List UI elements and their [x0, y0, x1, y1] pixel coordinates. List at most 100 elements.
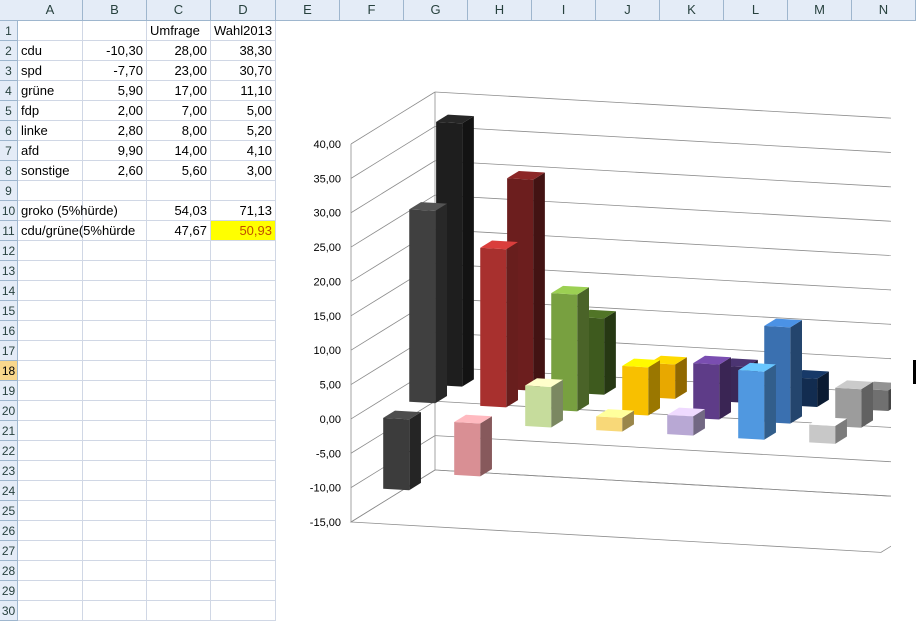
cell-c7[interactable]: 14,00 — [147, 141, 211, 161]
cell-a24[interactable] — [18, 481, 83, 501]
cell-d29[interactable] — [211, 581, 276, 601]
column-header-i[interactable]: I — [532, 0, 596, 20]
cell-d16[interactable] — [211, 321, 276, 341]
column-header-h[interactable]: H — [468, 0, 532, 20]
column-header-g[interactable]: G — [404, 0, 468, 20]
cell-b22[interactable] — [83, 441, 147, 461]
cell-a28[interactable] — [18, 561, 83, 581]
cell-b30[interactable] — [83, 601, 147, 621]
cell-a27[interactable] — [18, 541, 83, 561]
column-header-l[interactable]: L — [724, 0, 788, 20]
cell-d21[interactable] — [211, 421, 276, 441]
cell-d9[interactable] — [211, 181, 276, 201]
cell-b20[interactable] — [83, 401, 147, 421]
cell-a4[interactable]: grüne — [18, 81, 83, 101]
cell-a26[interactable] — [18, 521, 83, 541]
column-header-k[interactable]: K — [660, 0, 724, 20]
column-header-e[interactable]: E — [276, 0, 340, 20]
cell-d27[interactable] — [211, 541, 276, 561]
cell-b27[interactable] — [83, 541, 147, 561]
cell-b11[interactable] — [83, 221, 147, 241]
row-header-4[interactable]: 4 — [0, 81, 18, 101]
cell-c25[interactable] — [147, 501, 211, 521]
cell-c13[interactable] — [147, 261, 211, 281]
row-header-30[interactable]: 30 — [0, 601, 18, 621]
cell-a29[interactable] — [18, 581, 83, 601]
cell-c16[interactable] — [147, 321, 211, 341]
cell-a11[interactable]: cdu/grüne(5%hürde — [18, 221, 135, 241]
cell-a17[interactable] — [18, 341, 83, 361]
cell-a2[interactable]: cdu — [18, 41, 83, 61]
cell-a10[interactable]: groko (5%hürde) — [18, 201, 118, 221]
cell-a23[interactable] — [18, 461, 83, 481]
cell-c1[interactable]: Umfrage — [147, 21, 211, 41]
cell-c2[interactable]: 28,00 — [147, 41, 211, 61]
cell-d6[interactable]: 5,20 — [211, 121, 276, 141]
cell-d17[interactable] — [211, 341, 276, 361]
cell-a1[interactable] — [18, 21, 83, 41]
cell-a3[interactable]: spd — [18, 61, 83, 81]
cell-b23[interactable] — [83, 461, 147, 481]
cell-a15[interactable] — [18, 301, 83, 321]
cell-c4[interactable]: 17,00 — [147, 81, 211, 101]
cell-a8[interactable]: sonstige — [18, 161, 83, 181]
cell-c3[interactable]: 23,00 — [147, 61, 211, 81]
cell-b12[interactable] — [83, 241, 147, 261]
cell-d25[interactable] — [211, 501, 276, 521]
chart-area[interactable]: -15,00 -10,00 -5,00 0,00 5,00 10,00 15,00 20,00… — [279, 28, 891, 618]
cell-c30[interactable] — [147, 601, 211, 621]
cell-a16[interactable] — [18, 321, 83, 341]
row-header-17[interactable]: 17 — [0, 341, 18, 361]
row-header-3[interactable]: 3 — [0, 61, 18, 81]
cell-c23[interactable] — [147, 461, 211, 481]
cell-c10[interactable]: 54,03 — [147, 201, 211, 221]
cell-d14[interactable] — [211, 281, 276, 301]
cell-b21[interactable] — [83, 421, 147, 441]
cell-c19[interactable] — [147, 381, 211, 401]
cell-d3[interactable]: 30,70 — [211, 61, 276, 81]
row-header-9[interactable]: 9 — [0, 181, 18, 201]
cell-b8[interactable]: 2,60 — [83, 161, 147, 181]
cell-b2[interactable]: -10,30 — [83, 41, 147, 61]
column-header-b[interactable]: B — [83, 0, 147, 20]
cell-b5[interactable]: 2,00 — [83, 101, 147, 121]
cell-b6[interactable]: 2,80 — [83, 121, 147, 141]
cell-c29[interactable] — [147, 581, 211, 601]
cell-a6[interactable]: linke — [18, 121, 83, 141]
cell-d28[interactable] — [211, 561, 276, 581]
cell-c12[interactable] — [147, 241, 211, 261]
row-header-28[interactable]: 28 — [0, 561, 18, 581]
cell-b10[interactable] — [83, 201, 147, 221]
cell-c6[interactable]: 8,00 — [147, 121, 211, 141]
column-header-a[interactable]: A — [18, 0, 83, 20]
cell-d20[interactable] — [211, 401, 276, 421]
cell-b24[interactable] — [83, 481, 147, 501]
cell-c8[interactable]: 5,60 — [147, 161, 211, 181]
cell-c17[interactable] — [147, 341, 211, 361]
cell-b15[interactable] — [83, 301, 147, 321]
cell-c14[interactable] — [147, 281, 211, 301]
cell-b17[interactable] — [83, 341, 147, 361]
row-header-8[interactable]: 8 — [0, 161, 18, 181]
row-header-18[interactable]: 18 — [0, 361, 18, 381]
row-header-21[interactable]: 21 — [0, 421, 18, 441]
row-header-1[interactable]: 1 — [0, 21, 18, 41]
cell-b13[interactable] — [83, 261, 147, 281]
row-header-5[interactable]: 5 — [0, 101, 18, 121]
cell-c15[interactable] — [147, 301, 211, 321]
row-header-15[interactable]: 15 — [0, 301, 18, 321]
cell-c11[interactable]: 47,67 — [147, 221, 211, 241]
cell-a14[interactable] — [18, 281, 83, 301]
cell-c26[interactable] — [147, 521, 211, 541]
row-header-22[interactable]: 22 — [0, 441, 18, 461]
cell-a25[interactable] — [18, 501, 83, 521]
row-header-24[interactable]: 24 — [0, 481, 18, 501]
cell-d1[interactable]: Wahl2013 — [211, 21, 276, 41]
row-header-10[interactable]: 10 — [0, 201, 18, 221]
cell-b19[interactable] — [83, 381, 147, 401]
cell-a12[interactable] — [18, 241, 83, 261]
cell-b7[interactable]: 9,90 — [83, 141, 147, 161]
row-header-2[interactable]: 2 — [0, 41, 18, 61]
cell-c20[interactable] — [147, 401, 211, 421]
cell-d4[interactable]: 11,10 — [211, 81, 276, 101]
